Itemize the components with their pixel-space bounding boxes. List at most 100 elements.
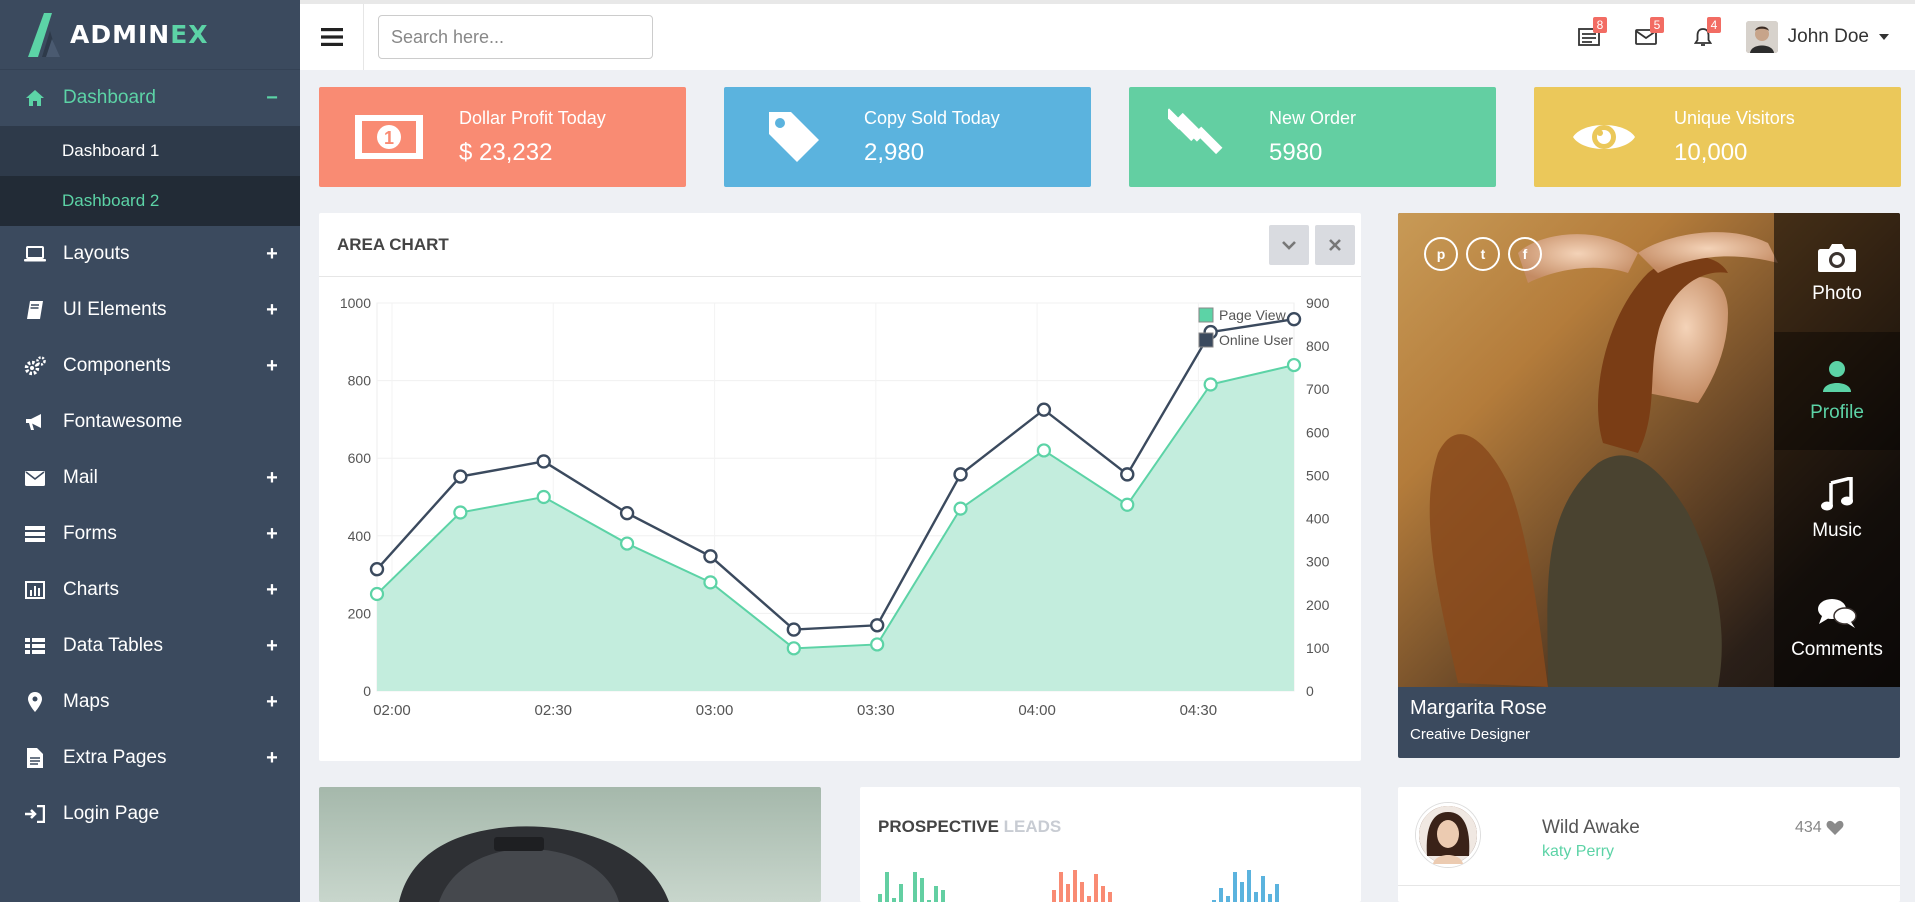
leads-bar <box>920 878 924 902</box>
leads-bar <box>1087 896 1091 902</box>
stat-value: 2,980 <box>864 138 925 166</box>
pinterest-icon[interactable]: p <box>1424 237 1458 271</box>
y-right-tick-label: 700 <box>1306 381 1330 397</box>
search-input[interactable] <box>378 15 653 59</box>
heart-icon <box>1826 820 1844 835</box>
cogs-icon <box>24 355 46 377</box>
comments-icon <box>1817 595 1857 631</box>
page-view-point <box>1120 497 1135 512</box>
page-view-point <box>953 501 968 516</box>
song-likes[interactable]: 434 <box>1795 819 1844 837</box>
profile-name: Margarita Rose <box>1410 697 1547 719</box>
sidebar-item-components[interactable]: Components + <box>0 338 300 394</box>
leads-bar <box>1094 874 1098 902</box>
profile-tab-profile[interactable]: Profile <box>1774 331 1900 450</box>
sidebar-item-label: Extra Pages <box>63 747 167 768</box>
song-artist[interactable]: katy Perry <box>1542 843 1614 861</box>
sidebar-item-label: Login Page <box>63 803 160 824</box>
expand-icon[interactable]: + <box>264 523 280 546</box>
page-view-point <box>1286 357 1302 373</box>
tasks-count-badge: 8 <box>1592 17 1608 33</box>
sidebar-subitem-dashboard-1[interactable]: Dashboard 1 <box>0 126 300 176</box>
leads-bar <box>1066 884 1070 902</box>
online-user-point <box>786 622 802 637</box>
online-user-point <box>453 469 468 484</box>
expand-icon[interactable]: + <box>264 299 280 322</box>
leads-bar <box>1240 882 1244 902</box>
collapse-button[interactable] <box>1269 224 1309 265</box>
online-user-point <box>953 467 968 482</box>
facebook-icon[interactable]: f <box>1508 237 1542 271</box>
y-right-tick-label: 900 <box>1306 295 1330 311</box>
leads-bar <box>899 884 903 902</box>
dashboard-submenu: Dashboard 1 Dashboard 2 <box>0 126 300 226</box>
svg-text:1: 1 <box>384 128 394 148</box>
stat-value: $ 23,232 <box>459 138 553 166</box>
expand-icon[interactable]: + <box>264 579 280 602</box>
sidebar-item-data-tables[interactable]: Data Tables + <box>0 618 300 674</box>
expand-icon[interactable]: + <box>264 467 280 490</box>
alerts-button[interactable]: 4 <box>1675 17 1732 57</box>
y-left-tick-label: 1000 <box>340 295 371 311</box>
sidebar-item-login-page[interactable]: Login Page <box>0 786 300 842</box>
leads-sparklines <box>878 870 1279 902</box>
profile-tab-comments[interactable]: Comments <box>1774 568 1900 687</box>
leads-bar <box>1059 872 1063 902</box>
profile-tab-music[interactable]: Music <box>1774 450 1900 569</box>
close-icon <box>1329 238 1341 251</box>
tasks-button[interactable]: 8 <box>1561 17 1618 57</box>
user-menu[interactable]: John Doe <box>1745 21 1889 53</box>
leads-bar <box>885 872 889 902</box>
logo[interactable]: ADMINEX <box>0 0 300 70</box>
expand-icon[interactable]: + <box>264 691 280 714</box>
page-view-point <box>870 637 885 652</box>
y-right-tick-label: 100 <box>1306 640 1330 656</box>
leads-bar <box>1233 872 1237 902</box>
expand-icon[interactable]: + <box>264 243 280 266</box>
expand-icon[interactable]: + <box>264 635 280 658</box>
envelope-icon <box>24 467 46 489</box>
bullhorn-icon <box>24 411 46 433</box>
sidebar-item-dashboard[interactable]: Dashboard − <box>0 70 300 126</box>
close-button[interactable] <box>1315 224 1355 265</box>
profile-tab-photo[interactable]: Photo <box>1774 213 1900 332</box>
sidebar-item-extra-pages[interactable]: Extra Pages + <box>0 730 300 786</box>
stat-label: Copy Sold Today <box>864 107 1000 128</box>
sidebar-item-fontawesome[interactable]: Fontawesome <box>0 394 300 450</box>
sidebar-item-label: Layouts <box>63 243 130 264</box>
leads-bar <box>1108 892 1112 902</box>
mail-button[interactable]: 5 <box>1618 17 1675 57</box>
sidebar-item-label: Maps <box>63 691 110 712</box>
menu-toggle-button[interactable] <box>300 4 364 70</box>
sidebar-subitem-dashboard-2[interactable]: Dashboard 2 <box>0 176 300 226</box>
collapse-icon[interactable]: − <box>264 87 280 110</box>
x-tick-label: 04:00 <box>1018 702 1056 719</box>
page-view-point <box>453 505 468 520</box>
page-view-point <box>619 536 635 551</box>
y-left-tick-label: 800 <box>348 373 372 389</box>
sidebar-item-mail[interactable]: Mail + <box>0 450 300 506</box>
sidebar-item-layouts[interactable]: Layouts + <box>0 226 300 282</box>
expand-icon[interactable]: + <box>264 747 280 770</box>
song-title: Wild Awake <box>1542 817 1640 838</box>
camera-icon <box>1817 239 1857 275</box>
legend-label-page-view: Page View <box>1219 307 1287 323</box>
leads-bar <box>1247 870 1251 902</box>
sidebar-item-ui-elements[interactable]: UI Elements + <box>0 282 300 338</box>
sidebar-item-charts[interactable]: Charts + <box>0 562 300 618</box>
sidebar-item-maps[interactable]: Maps + <box>0 674 300 730</box>
online-user-point <box>1120 467 1135 482</box>
online-user-point <box>369 562 385 577</box>
y-right-tick-label: 500 <box>1306 467 1330 483</box>
x-tick-label: 02:00 <box>373 702 411 719</box>
eye-icon <box>1534 87 1674 187</box>
twitter-icon[interactable]: t <box>1466 237 1500 271</box>
page-view-point <box>369 586 385 602</box>
user-avatar <box>1745 21 1778 53</box>
y-right-tick-label: 300 <box>1306 554 1330 570</box>
expand-icon[interactable]: + <box>264 355 280 378</box>
stat-value: 5980 <box>1269 138 1323 166</box>
topbar-actions: 8 5 4 John Doe <box>1561 4 1915 70</box>
user-name: John Doe <box>1787 26 1869 47</box>
sidebar-item-forms[interactable]: Forms + <box>0 506 300 562</box>
